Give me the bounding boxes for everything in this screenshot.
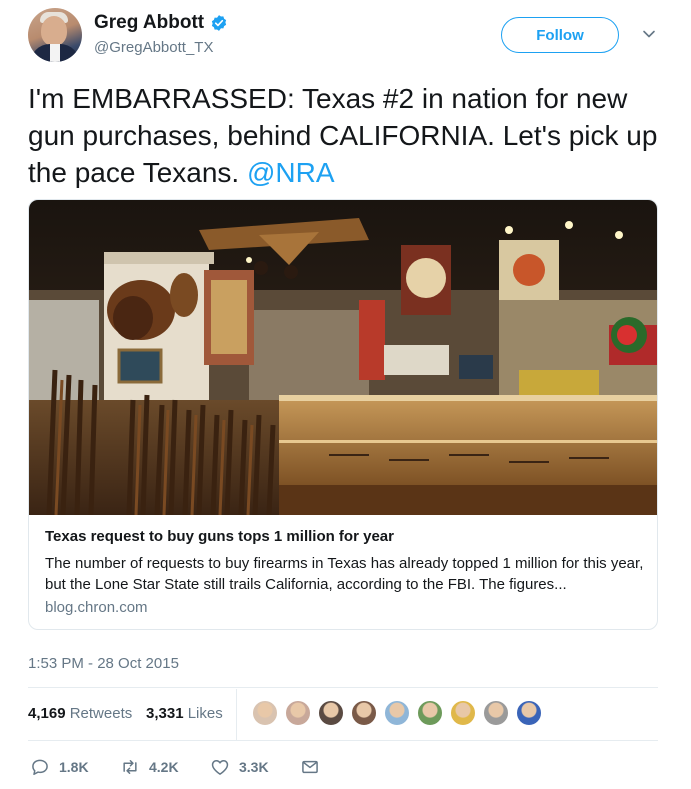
- tweet-timestamp[interactable]: 1:53 PM - 28 Oct 2015: [28, 655, 179, 672]
- tweet-stats: 4,169 Retweets 3,331 Likes: [28, 689, 658, 741]
- mention-link[interactable]: @NRA: [247, 157, 335, 188]
- chevron-down-icon[interactable]: [641, 26, 657, 42]
- author-name-row[interactable]: Greg Abbott: [94, 12, 228, 34]
- tweet-actions: 1.8K 4.2K 3.3K: [28, 757, 658, 779]
- likes-stat[interactable]: 3,331 Likes: [146, 705, 223, 722]
- card-body[interactable]: Texas request to buy guns tops 1 million…: [45, 527, 645, 616]
- likes-count: 3,331: [146, 705, 184, 722]
- liker-avatar[interactable]: [416, 699, 444, 727]
- like-count: 3.3K: [239, 759, 269, 775]
- card-image[interactable]: [29, 200, 657, 515]
- divider: [28, 740, 658, 741]
- liker-avatar[interactable]: [317, 699, 345, 727]
- card-description: The number of requests to buy firearms i…: [45, 555, 644, 593]
- author-handle[interactable]: @GregAbbott_TX: [94, 39, 213, 56]
- tweet-body: I'm EMBARRASSED: Texas #2 in nation for …: [28, 83, 658, 188]
- liker-avatar[interactable]: [251, 699, 279, 727]
- heart-icon: [211, 760, 229, 775]
- verified-badge-icon: [212, 15, 227, 31]
- retweet-button[interactable]: 4.2K: [120, 757, 179, 777]
- retweets-label: Retweets: [69, 705, 133, 722]
- liker-avatar[interactable]: [515, 699, 543, 727]
- follow-button[interactable]: Follow: [501, 17, 619, 53]
- card-domain: blog.chron.com: [45, 599, 148, 616]
- like-button[interactable]: 3.3K: [210, 757, 269, 777]
- card-title[interactable]: Texas request to buy guns tops 1 million…: [45, 527, 645, 547]
- divider: [28, 687, 658, 688]
- reply-button[interactable]: 1.8K: [30, 757, 89, 777]
- author-avatar[interactable]: [28, 8, 82, 62]
- retweet-icon: [123, 760, 137, 774]
- envelope-icon: [302, 760, 318, 774]
- liker-avatar[interactable]: [482, 699, 510, 727]
- likes-label: Likes: [187, 705, 223, 722]
- direct-message-button[interactable]: [300, 757, 329, 777]
- retweet-count: 4.2K: [149, 759, 179, 775]
- liker-avatar[interactable]: [383, 699, 411, 727]
- liker-avatar[interactable]: [449, 699, 477, 727]
- link-card[interactable]: Texas request to buy guns tops 1 million…: [28, 199, 658, 630]
- liker-avatar[interactable]: [284, 699, 312, 727]
- liker-avatar[interactable]: [350, 699, 378, 727]
- retweets-stat[interactable]: 4,169 Retweets: [28, 705, 132, 722]
- tweet-text: I'm EMBARRASSED: Texas #2 in nation for …: [28, 80, 668, 191]
- retweets-count: 4,169: [28, 705, 66, 722]
- stats-separator: [236, 689, 237, 741]
- reply-icon: [32, 759, 48, 775]
- tweet-header: Greg Abbott @GregAbbott_TX Follow: [28, 8, 663, 68]
- reply-count: 1.8K: [59, 759, 89, 775]
- author-name[interactable]: Greg Abbott: [94, 12, 204, 34]
